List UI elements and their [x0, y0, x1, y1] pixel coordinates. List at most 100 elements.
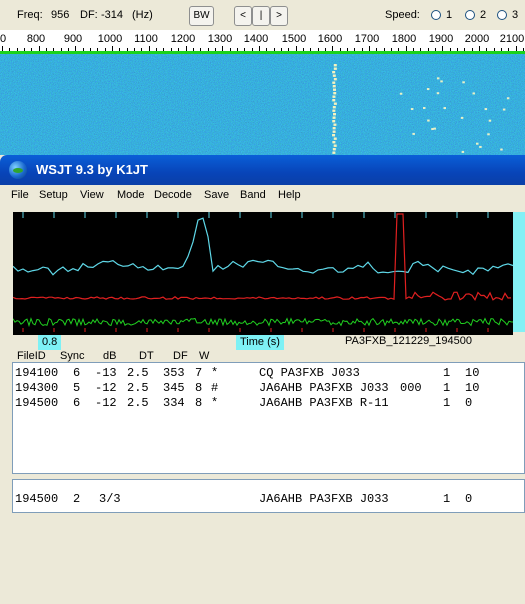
menu-save[interactable]: Save	[204, 189, 229, 201]
signal-dot	[427, 119, 430, 122]
average-fileid: 194500	[15, 492, 59, 506]
signal-dot	[462, 81, 465, 84]
signal-trace-dot	[333, 78, 337, 81]
freq-tick-label: 1300	[207, 33, 233, 45]
signal-dot	[436, 77, 440, 80]
decode-row[interactable]: 194300 5 -12 2.5 345 8 # JA6AHB PA3FXB J…	[15, 381, 479, 396]
signal-trace-dot	[333, 123, 337, 126]
signal-trace-dot	[332, 141, 336, 144]
signal-dot	[461, 150, 465, 153]
signal-dot	[506, 97, 510, 100]
speed-option-3: 3	[512, 9, 519, 21]
plot-side-strip	[513, 212, 525, 332]
col-header-df: DF	[173, 350, 188, 362]
df-unit: (Hz)	[132, 9, 153, 21]
signal-dot	[410, 108, 414, 111]
nav-mid-button[interactable]: |	[252, 6, 270, 26]
signal-dot	[431, 128, 434, 131]
specjt-toolbar: Freq: 956 DF: -314 (Hz) BW < | > Speed: …	[0, 0, 525, 30]
speed-radio-3[interactable]	[497, 10, 507, 20]
freq-tick-label: 800	[26, 33, 46, 45]
nav-left-button[interactable]: <	[234, 6, 252, 26]
title-bar[interactable]: WSJT 9.3 by K1JT	[0, 155, 525, 185]
signal-dot	[426, 88, 430, 91]
sync-plot-canvas	[12, 212, 514, 332]
sync-curve	[12, 217, 514, 276]
nav-right-button[interactable]: >	[270, 6, 288, 26]
freq-tick-label: 2000	[464, 33, 490, 45]
col-header-w: W	[199, 350, 210, 362]
signal-dot	[460, 116, 464, 119]
decode-n1: 1	[443, 396, 451, 410]
freq-tick-label: 1700	[354, 33, 380, 45]
average-text-pane[interactable]: 194500 2 3/3 JA6AHB PA3FXB J033 1 0	[12, 479, 525, 513]
menu-band[interactable]: Band	[240, 189, 266, 201]
signal-trace-dot	[332, 120, 336, 123]
signal-dot	[399, 92, 403, 95]
decode-flag: *	[211, 396, 219, 410]
menu-bar: File Setup View Mode Decode Save Band He…	[0, 185, 525, 207]
signal-trace-dot	[333, 92, 337, 95]
menu-help[interactable]: Help	[278, 189, 301, 201]
frequency-ruler[interactable]: 0 800 900 1000 1100 1200 1300 1400 1500 …	[0, 30, 525, 54]
decode-w: 7	[195, 366, 203, 380]
signal-dot	[488, 119, 492, 122]
decode-message: CQ PA3FXB J033	[259, 366, 360, 380]
signal-trace-dot	[333, 88, 337, 91]
signal-trace-dot	[332, 81, 336, 84]
decode-n2: 10	[465, 366, 480, 380]
signal-dot	[502, 108, 506, 111]
signal-trace-dot	[333, 102, 337, 105]
plot-ticks	[22, 212, 489, 332]
decode-db: -12	[95, 396, 117, 410]
freq-tick-label: 1800	[391, 33, 417, 45]
signal-trace-dot	[332, 113, 336, 116]
signal-trace-dot	[333, 137, 337, 140]
decode-message: JA6AHB PA3FXB J033	[259, 381, 389, 395]
freq-tick-label: 1200	[170, 33, 196, 45]
signal-trace-dot	[332, 106, 336, 109]
freq-tick-label: 1000	[97, 33, 123, 45]
decoded-text-pane[interactable]: 194100 6 -13 2.5 353 7 * CQ PA3FXB J033 …	[12, 362, 525, 474]
freq-tick-label: 2100	[499, 33, 525, 45]
speed-radio-1[interactable]	[431, 10, 441, 20]
df-label: DF:	[80, 9, 98, 21]
decode-extra: 000	[400, 381, 422, 395]
average-sync: 2	[73, 492, 81, 506]
decode-df: 334	[163, 396, 185, 410]
freq-tick-label: 900	[63, 33, 83, 45]
signal-dot	[500, 148, 503, 151]
signal-dot	[479, 145, 482, 148]
waterfall-display[interactable]	[0, 54, 525, 165]
decode-row[interactable]: 194100 6 -13 2.5 353 7 * CQ PA3FXB J033 …	[15, 366, 479, 381]
freq-tick-label: 1600	[317, 33, 343, 45]
speed-radio-2[interactable]	[465, 10, 475, 20]
decode-db: -13	[95, 366, 117, 380]
average-row[interactable]: 194500 2 3/3 JA6AHB PA3FXB J033 1 0	[15, 492, 472, 507]
decode-fileid: 194500	[15, 396, 59, 410]
menu-view[interactable]: View	[80, 189, 104, 201]
freq-label: Freq:	[17, 9, 43, 21]
decode-w: 8	[195, 381, 203, 395]
df-value: -314	[101, 9, 124, 21]
average-message: JA6AHB PA3FXB J033	[259, 492, 389, 506]
signal-trace-dot	[332, 130, 336, 133]
signal-dot	[475, 142, 479, 145]
bw-button[interactable]: BW	[189, 6, 214, 26]
decode-n2: 0	[465, 396, 473, 410]
sync-plot[interactable]	[12, 212, 514, 332]
freq-value: 956	[51, 9, 70, 21]
signal-trace-dot	[333, 64, 337, 67]
menu-setup[interactable]: Setup	[39, 189, 68, 201]
decode-row[interactable]: 194500 6 -12 2.5 334 8 * JA6AHB PA3FXB R…	[15, 396, 472, 411]
signal-dot	[412, 132, 415, 135]
speed-option-1: 1	[446, 9, 453, 21]
signal-trace-dot	[332, 85, 336, 88]
col-header-fileid: FileID	[17, 350, 46, 362]
signal-dot	[472, 92, 475, 95]
menu-mode[interactable]: Mode	[117, 189, 145, 201]
menu-file[interactable]: File	[11, 189, 29, 201]
col-header-dt: DT	[139, 350, 154, 362]
decode-n1: 1	[443, 381, 451, 395]
menu-decode[interactable]: Decode	[154, 189, 192, 201]
